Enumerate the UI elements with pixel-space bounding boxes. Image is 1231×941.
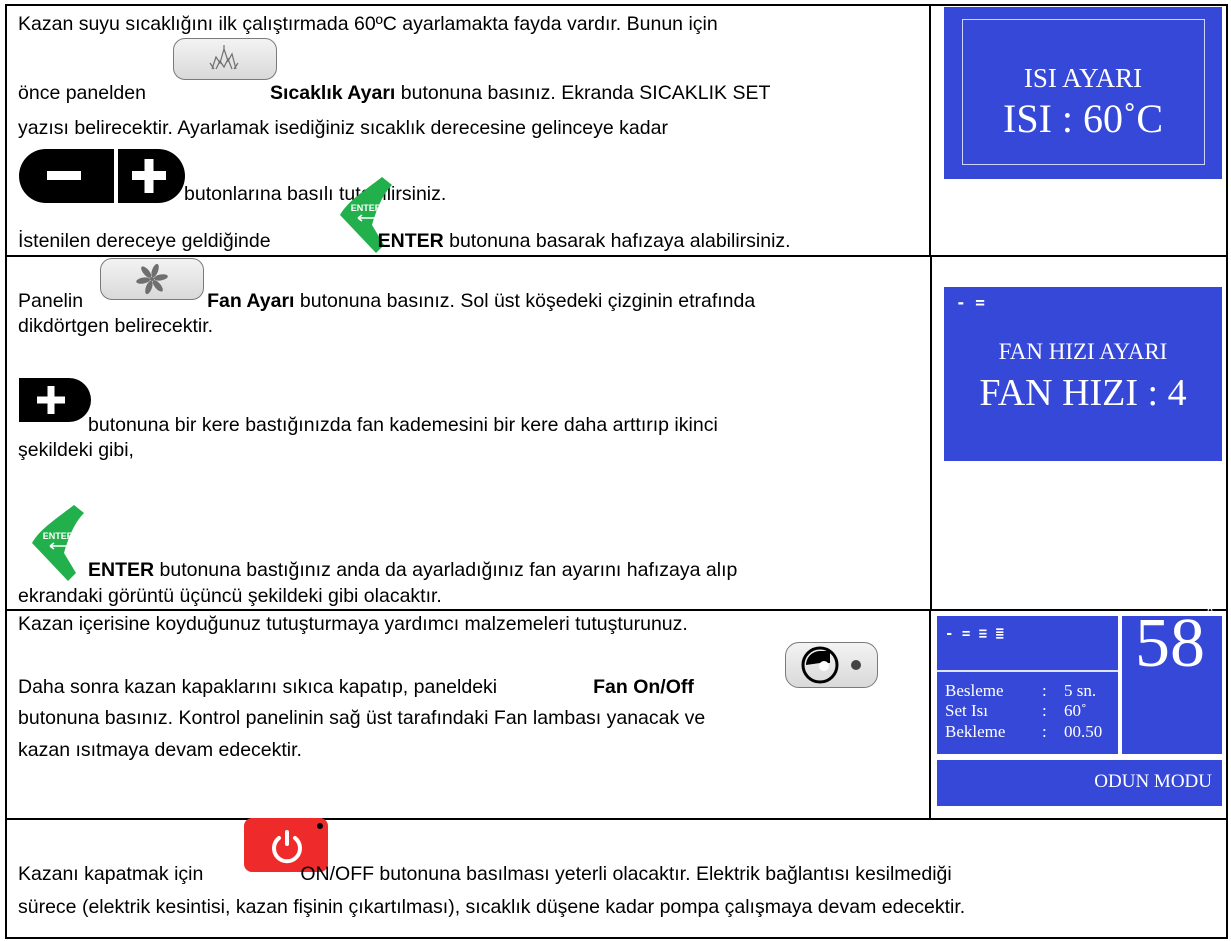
- column-divider-row3: [929, 609, 931, 820]
- svg-text:ENTER: ENTER: [351, 203, 382, 213]
- display-title: ISI AYARI: [1023, 63, 1143, 93]
- table-border-left: [5, 4, 7, 939]
- param-value-besleme: 5 sn.: [1064, 681, 1097, 700]
- row3-line4: kazan ısıtmaya devam edecektir.: [18, 739, 302, 761]
- row2-line1: Panelin Fan Ayarı butonuna basınız. Sol ü…: [18, 290, 756, 312]
- param-sep-bekleme: :: [1042, 722, 1047, 741]
- row-divider-2: [5, 609, 1228, 611]
- temperature-degree: ˚: [1206, 606, 1214, 632]
- fan-on-off-button: [785, 642, 878, 688]
- row-divider-3: [5, 818, 1228, 820]
- plus-icon: [118, 149, 185, 203]
- enter-icon: ENTER: [32, 505, 84, 581]
- current-temperature: 58: [1135, 605, 1205, 682]
- row-divider-1: [5, 255, 1228, 257]
- param-label-bekleme: Bekleme: [945, 722, 1006, 741]
- row3-line1: Kazan içerisine koyduğunuz tutuşturmaya …: [18, 613, 688, 635]
- table-border-bottom: [5, 937, 1228, 939]
- row1-line3: yazısı belirecektir. Ayarlamak isediğini…: [18, 117, 668, 139]
- flame-icon: [209, 45, 239, 70]
- table-border-top: [5, 4, 1228, 6]
- fan-on-off-icon: [801, 646, 861, 684]
- column-divider-row1: [929, 4, 931, 257]
- display-corner-indicator: - =: [956, 293, 985, 312]
- table-border-right: [1226, 4, 1228, 939]
- row1-line4: butonlarına basılı tutabilirsiniz.: [184, 183, 447, 205]
- row1-line2: önce panelden Sıcaklık Ayarı butonuna bas…: [18, 82, 771, 104]
- row2-line6: ekrandaki görüntü üçüncü şekildeki gibi …: [18, 585, 442, 607]
- row2-line2: dikdörtgen belirecektir.: [18, 315, 214, 337]
- row3-line3: butonuna basınız. Kontrol panelinin sağ …: [18, 707, 706, 729]
- mode-label: ODUN MODU: [1094, 771, 1212, 792]
- param-sep-besleme: :: [1042, 681, 1047, 700]
- row4-line2: sürece (elektrik kesintisi, kazan fişini…: [18, 896, 966, 918]
- row2-line4: şekildeki gibi,: [18, 439, 134, 461]
- param-label-set-isi: Set Isı: [945, 701, 988, 720]
- row1-line5: İstenilen dereceye geldiğinde ENTER buton…: [18, 230, 791, 252]
- fan-level-bars: - = ≡ ≣: [945, 626, 1005, 642]
- row2-line5: ENTER butonuna bastığınız anda da ayarla…: [88, 559, 738, 581]
- row4-line1: Kazanı kapatmak için ON/OFF butonuna bası…: [18, 863, 952, 885]
- minus-icon: [19, 149, 114, 203]
- param-value-set-isi: 60˚: [1064, 701, 1087, 720]
- row3-line2: Daha sonra kazan kapaklarını sıkıca kapa…: [18, 676, 694, 698]
- param-value-bekleme: 00.50: [1064, 722, 1103, 741]
- fan-speed-display: - = FAN HIZI AYARI FAN HIZI : 4: [944, 287, 1222, 461]
- display-value: ISI : 60˚C: [1003, 96, 1163, 141]
- status-panel-divider: [937, 670, 1118, 672]
- plus-icon: [19, 378, 91, 422]
- row2-line3: butonuna bir kere bastığınızda fan kadem…: [88, 414, 718, 436]
- param-sep-set-isi: :: [1042, 701, 1047, 720]
- row1-line1: Kazan suyu sıcaklığını ilk çalıştırmada …: [18, 13, 718, 35]
- svg-text:ENTER: ENTER: [43, 531, 74, 541]
- temperature-setting-button: [173, 38, 277, 80]
- param-label-besleme: Besleme: [945, 681, 1004, 700]
- temperature-display: ISI AYARI ISI : 60˚C: [944, 7, 1222, 179]
- display-title: FAN HIZI AYARI: [998, 339, 1168, 364]
- display-value: FAN HIZI : 4: [979, 372, 1187, 414]
- column-divider-row2: [930, 255, 932, 611]
